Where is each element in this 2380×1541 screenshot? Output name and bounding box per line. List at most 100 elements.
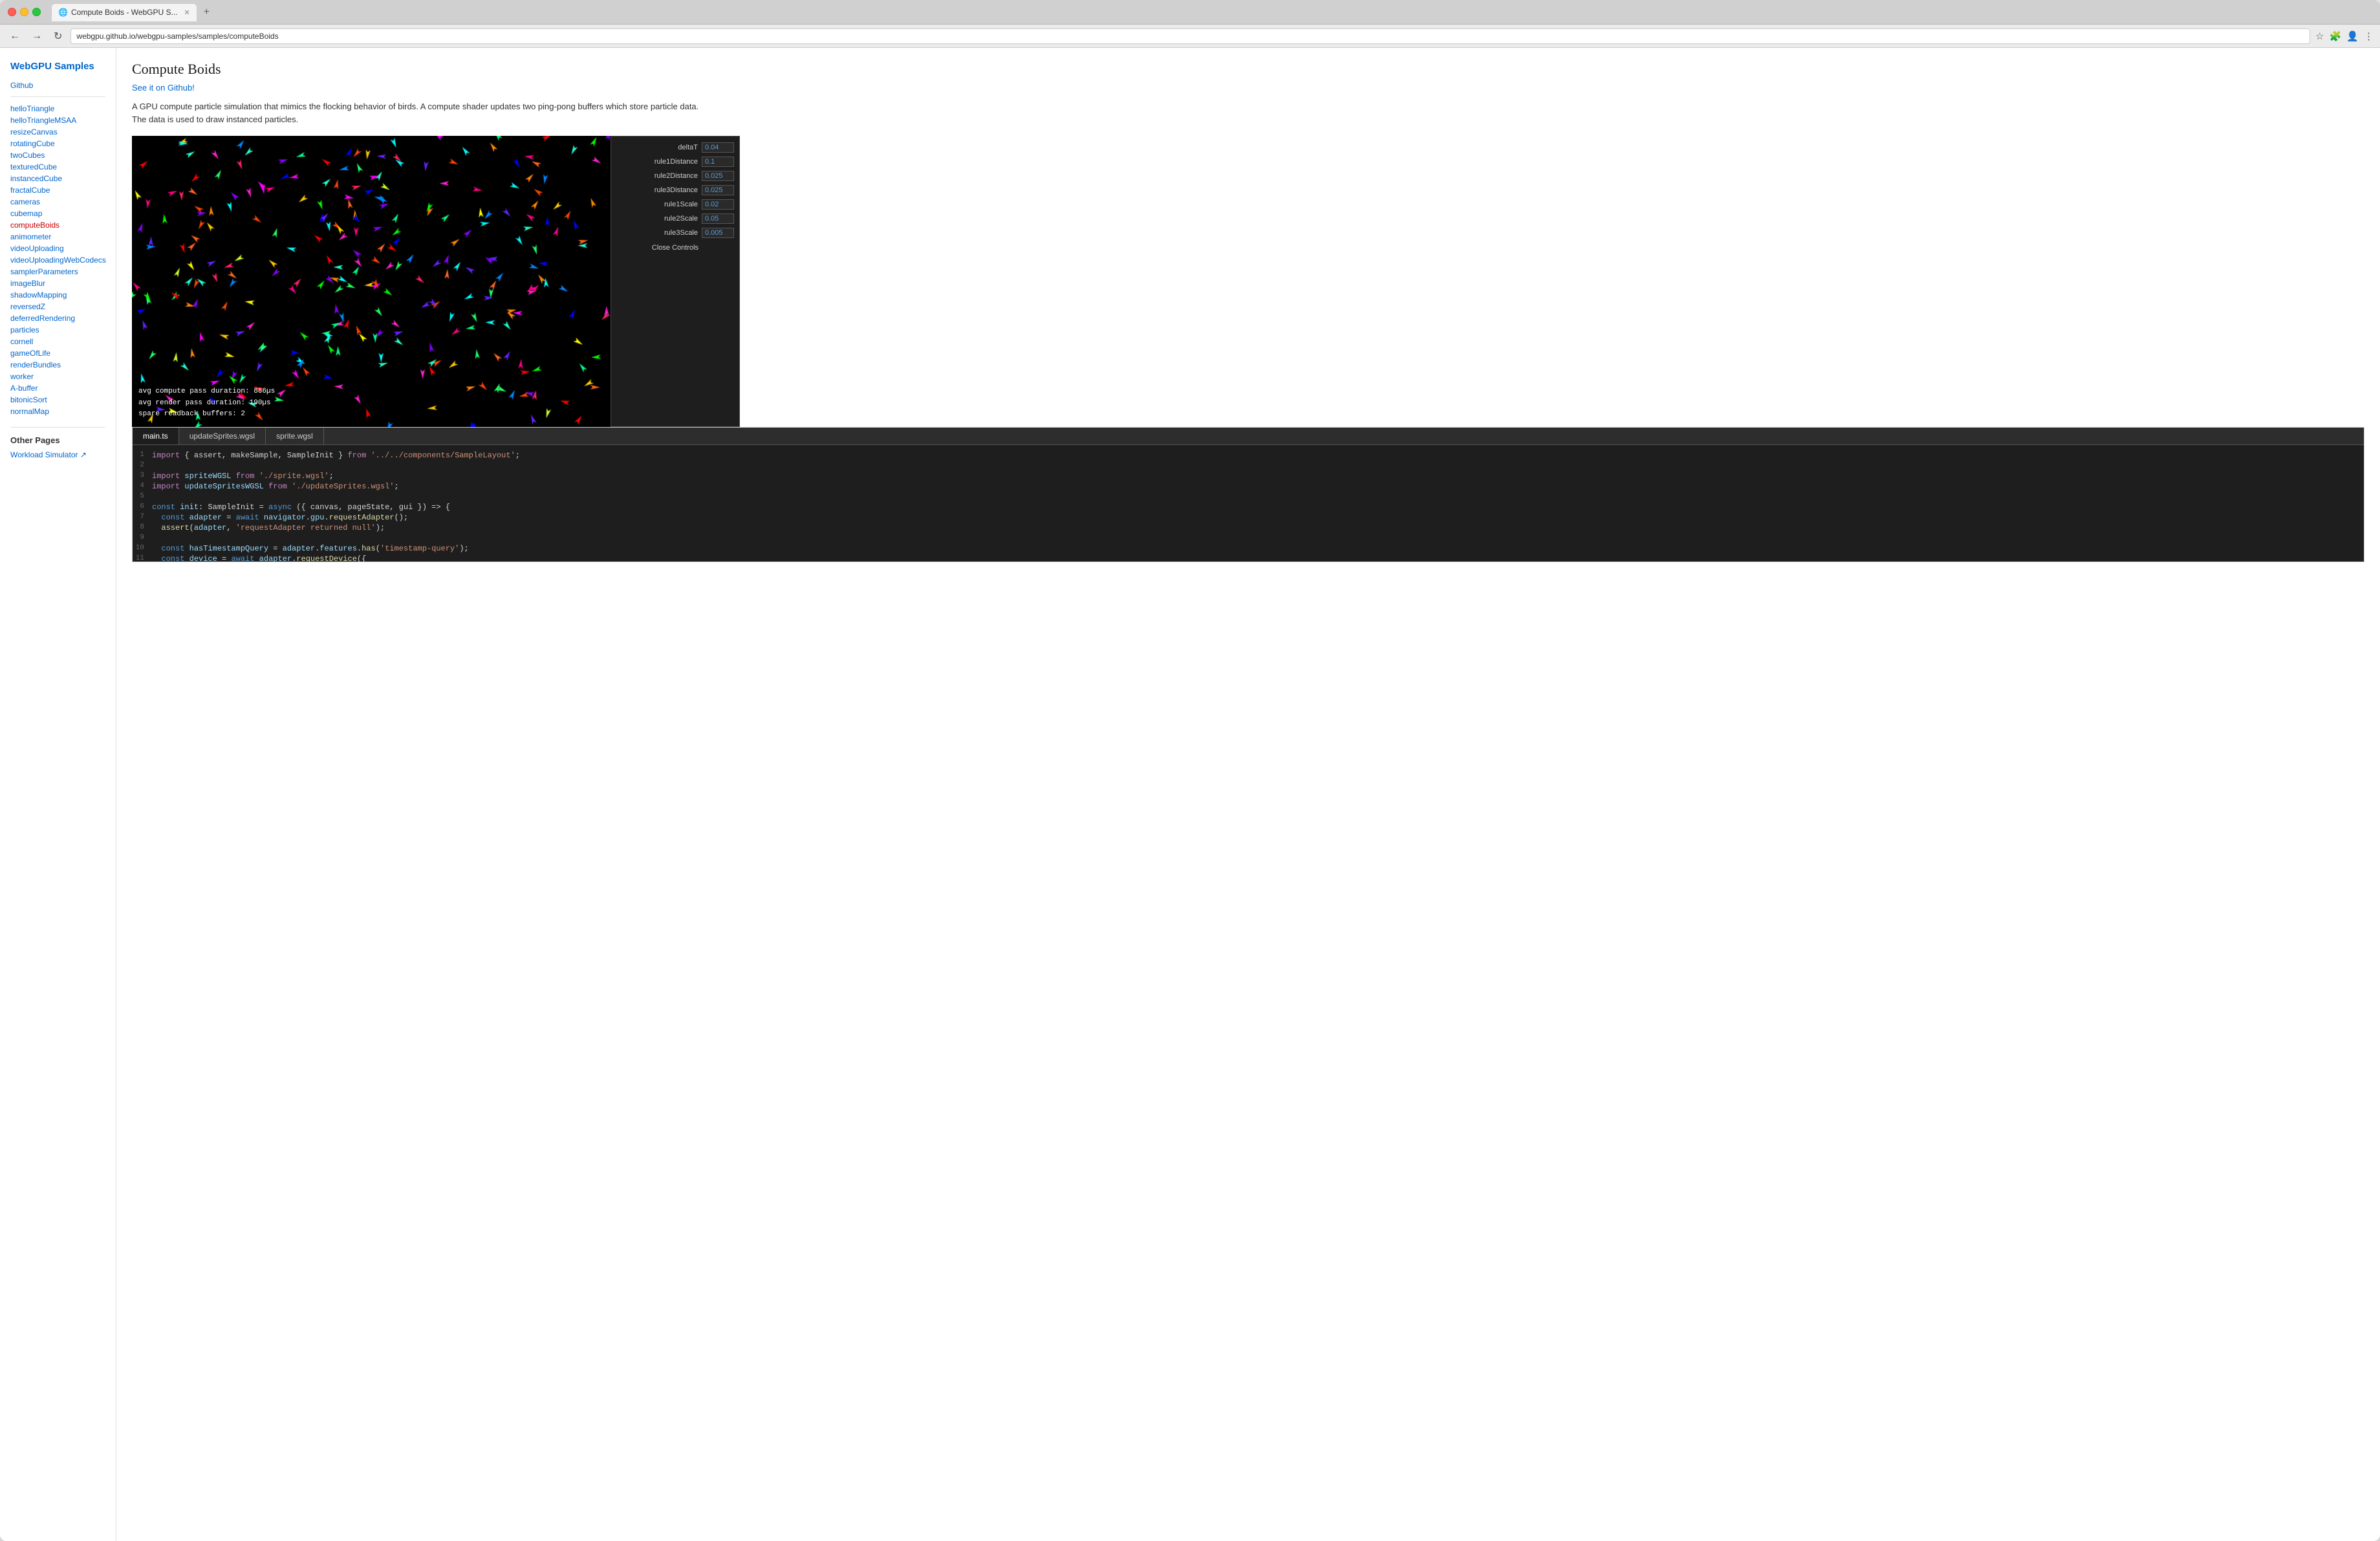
spare-buffers-stat: spare readback buffers: 2 — [138, 409, 275, 421]
rule3Scale-label: rule3Scale — [616, 229, 698, 237]
tab-updateSprites[interactable]: updateSprites.wgsl — [179, 428, 266, 444]
list-item: shadowMapping — [10, 290, 105, 300]
menu-icon[interactable]: ⋮ — [2364, 30, 2374, 42]
sidebar-item-normalMap[interactable]: normalMap — [10, 406, 105, 417]
minimize-button[interactable] — [20, 8, 28, 16]
forward-button[interactable]: → — [28, 29, 45, 43]
rule3Scale-input[interactable] — [702, 228, 734, 238]
rule2Distance-input[interactable] — [702, 171, 734, 181]
control-row-rule3Distance: rule3Distance — [611, 183, 739, 197]
code-line-7: 7 const adapter = await navigator.gpu.re… — [133, 512, 2364, 523]
sidebar-item-samplerParameters[interactable]: samplerParameters — [10, 267, 105, 277]
maximize-button[interactable] — [32, 8, 41, 16]
list-item: deferredRendering — [10, 313, 105, 323]
rule3Distance-input[interactable] — [702, 185, 734, 195]
code-line-6: 6 const init: SampleInit = async ({ canv… — [133, 502, 2364, 512]
list-item: helloTriangle — [10, 104, 105, 114]
sidebar-item-particles[interactable]: particles — [10, 325, 105, 335]
code-line-9: 9 — [133, 533, 2364, 543]
toolbar-icons: ☆ 🧩 👤 ⋮ — [2315, 30, 2374, 42]
sidebar-item-deferredRendering[interactable]: deferredRendering — [10, 313, 105, 323]
tab-sprite[interactable]: sprite.wgsl — [266, 428, 324, 444]
list-item: worker — [10, 371, 105, 382]
canvas-stats: avg compute pass duration: 886µs avg ren… — [138, 386, 275, 421]
rule1Distance-label: rule1Distance — [616, 158, 698, 166]
list-item: fractalCube — [10, 185, 105, 195]
url-text: webgpu.github.io/webgpu-samples/samples/… — [76, 32, 278, 41]
list-item: resizeCanvas — [10, 127, 105, 137]
sidebar-divider — [10, 427, 105, 428]
sidebar-item-animometer[interactable]: animometer — [10, 232, 105, 242]
description: A GPU compute particle simulation that m… — [132, 100, 714, 126]
sidebar: WebGPU Samples Github helloTriangle hell… — [0, 48, 116, 1541]
sidebar-item-bitonicSort[interactable]: bitonicSort — [10, 395, 105, 405]
list-item: cubemap — [10, 208, 105, 219]
control-row-rule2Scale: rule2Scale — [611, 212, 739, 226]
list-item: normalMap — [10, 406, 105, 417]
sidebar-item-texturedCube[interactable]: texturedCube — [10, 162, 105, 172]
sidebar-item-twoCubes[interactable]: twoCubes — [10, 150, 105, 160]
sidebar-item-resizeCanvas[interactable]: resizeCanvas — [10, 127, 105, 137]
list-item: imageBlur — [10, 278, 105, 289]
browser-titlebar: 🌐 Compute Boids - WebGPU S... ✕ + — [0, 0, 2380, 25]
sidebar-item-A-buffer[interactable]: A-buffer — [10, 383, 105, 393]
rule1Scale-label: rule1Scale — [616, 201, 698, 208]
list-item: computeBoids — [10, 220, 105, 230]
bookmark-icon[interactable]: ☆ — [2315, 30, 2324, 42]
rule1Distance-input[interactable] — [702, 157, 734, 167]
sidebar-item-videoUploadingWebCodecs[interactable]: videoUploadingWebCodecs — [10, 255, 105, 265]
sidebar-item-cameras[interactable]: cameras — [10, 197, 105, 207]
profile-icon[interactable]: 👤 — [2346, 30, 2359, 42]
extension-icon[interactable]: 🧩 — [2330, 30, 2342, 42]
sidebar-item-imageBlur[interactable]: imageBlur — [10, 278, 105, 289]
sidebar-item-cornell[interactable]: cornell — [10, 336, 105, 347]
sidebar-item-videoUploading[interactable]: videoUploading — [10, 243, 105, 254]
close-button[interactable] — [8, 8, 16, 16]
sidebar-item-rotatingCube[interactable]: rotatingCube — [10, 138, 105, 149]
tab-main-ts[interactable]: main.ts — [133, 428, 179, 444]
list-item: particles — [10, 325, 105, 335]
control-row-rule2Distance: rule2Distance — [611, 169, 739, 183]
list-item: animometer — [10, 232, 105, 242]
list-item: videoUploadingWebCodecs — [10, 255, 105, 265]
sidebar-item-helloTriangleMSAA[interactable]: helloTriangleMSAA — [10, 115, 105, 126]
sidebar-item-fractalCube[interactable]: fractalCube — [10, 185, 105, 195]
boids-canvas[interactable] — [132, 136, 611, 427]
sidebar-item-reversedZ[interactable]: reversedZ — [10, 301, 105, 312]
sidebar-item-gameOfLife[interactable]: gameOfLife — [10, 348, 105, 358]
reload-button[interactable]: ↻ — [50, 28, 65, 44]
control-row-rule1Distance: rule1Distance — [611, 155, 739, 169]
sidebar-item-cubemap[interactable]: cubemap — [10, 208, 105, 219]
render-pass-stat: avg render pass duration: 190µs — [138, 398, 275, 410]
sidebar-item-helloTriangle[interactable]: helloTriangle — [10, 104, 105, 114]
close-controls-button[interactable]: Close Controls — [611, 241, 739, 254]
sidebar-item-worker[interactable]: worker — [10, 371, 105, 382]
new-tab-button[interactable]: + — [200, 5, 213, 19]
deltaT-input[interactable] — [702, 142, 734, 153]
main-content: Compute Boids See it on Github! A GPU co… — [116, 48, 2380, 1541]
sidebar-title: WebGPU Samples — [10, 61, 105, 72]
list-item: cornell — [10, 336, 105, 347]
sidebar-item-instancedCube[interactable]: instancedCube — [10, 173, 105, 184]
list-item: gameOfLife — [10, 348, 105, 358]
canvas-container: avg compute pass duration: 886µs avg ren… — [132, 136, 611, 427]
compute-pass-stat: avg compute pass duration: 886µs — [138, 386, 275, 398]
address-bar[interactable]: webgpu.github.io/webgpu-samples/samples/… — [70, 28, 2310, 44]
rule2Scale-input[interactable] — [702, 213, 734, 224]
sidebar-item-computeBoids[interactable]: computeBoids — [10, 220, 105, 230]
code-line-2: 2 — [133, 461, 2364, 471]
github-link[interactable]: See it on Github! — [132, 83, 2364, 93]
controls-panel: deltaT rule1Distance rule2Distance rule3… — [611, 136, 740, 427]
tab-close-button[interactable]: ✕ — [184, 8, 190, 17]
rule2Scale-label: rule2Scale — [616, 215, 698, 223]
sidebar-item-shadowMapping[interactable]: shadowMapping — [10, 290, 105, 300]
sidebar-github-link[interactable]: Github — [10, 81, 105, 97]
sidebar-nav: helloTriangle helloTriangleMSAA resizeCa… — [10, 104, 105, 417]
browser-tab[interactable]: 🌐 Compute Boids - WebGPU S... ✕ — [51, 3, 197, 21]
back-button[interactable]: ← — [6, 29, 23, 43]
list-item: samplerParameters — [10, 267, 105, 277]
rule1Scale-input[interactable] — [702, 199, 734, 210]
list-item: bitonicSort — [10, 395, 105, 405]
sidebar-item-renderBundles[interactable]: renderBundles — [10, 360, 105, 370]
workload-simulator-link[interactable]: Workload Simulator ↗ — [10, 450, 105, 459]
